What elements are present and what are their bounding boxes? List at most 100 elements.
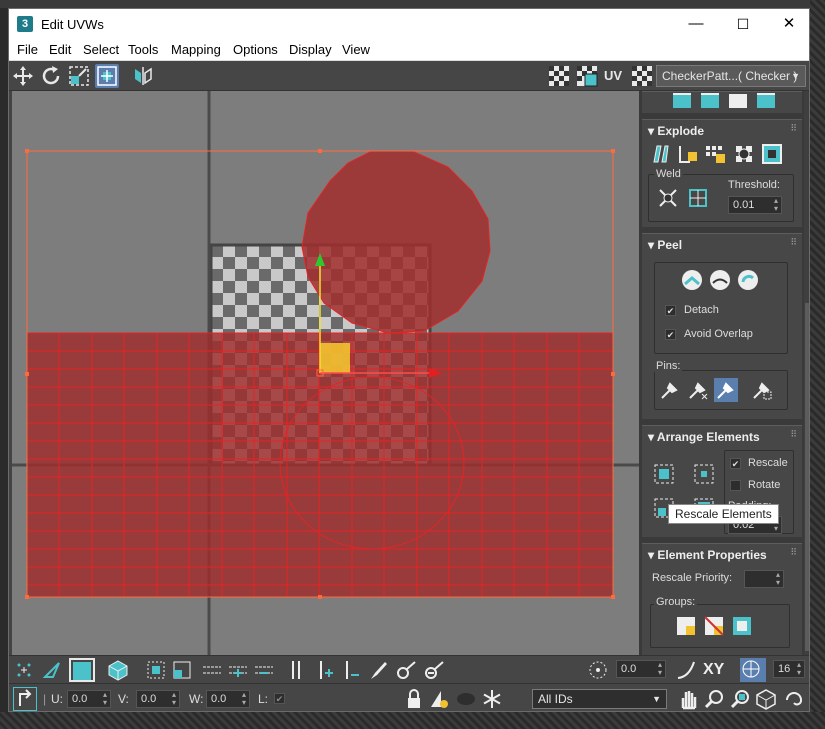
- uv-editor-viewport[interactable]: [12, 91, 639, 655]
- uv-axis-label[interactable]: UV: [604, 68, 622, 83]
- spinner-arrows-icon[interactable]: ▴▾: [776, 571, 780, 587]
- edge-mode-icon[interactable]: [41, 659, 63, 684]
- spinner-arrows-icon[interactable]: ▴▾: [103, 691, 107, 707]
- spinner-arrows-icon[interactable]: ▴▾: [658, 661, 662, 677]
- polygon-mode-icon[interactable]: [69, 658, 95, 682]
- flatten-by-polygon-icon[interactable]: [704, 142, 728, 166]
- peel-title[interactable]: ▾ Peel: [648, 238, 682, 252]
- avoid-overlap-checkbox[interactable]: ✔: [665, 329, 676, 340]
- menu-select[interactable]: Select: [83, 42, 119, 57]
- reset-peel-icon[interactable]: [736, 268, 760, 292]
- menu-options[interactable]: Options: [233, 42, 278, 57]
- spinner-arrows-icon[interactable]: ▴▾: [172, 691, 176, 707]
- spinner-arrows-icon[interactable]: ▴▾: [774, 197, 778, 213]
- threshold-spinner[interactable]: 0.01 ▴ ▾: [728, 196, 782, 214]
- l-checkbox[interactable]: ✔: [274, 693, 285, 704]
- mirror-icon[interactable]: [131, 64, 155, 88]
- auto-pin-icon[interactable]: [714, 378, 738, 402]
- freeze-icon[interactable]: [455, 688, 477, 711]
- menu-edit[interactable]: Edit: [49, 42, 71, 57]
- loop-shrink-icon[interactable]: [253, 659, 275, 684]
- arrange-elements-title[interactable]: ▾ Arrange Elements: [648, 430, 760, 444]
- pin-icon[interactable]: [658, 378, 682, 402]
- flatten-by-smoothing-icon[interactable]: [732, 142, 756, 166]
- paint-select-icon[interactable]: [367, 659, 389, 684]
- spinner-arrows-icon[interactable]: ▴▾: [242, 691, 246, 707]
- relax-icon[interactable]: [754, 91, 778, 112]
- group-selected-icon[interactable]: [674, 614, 698, 638]
- v-field[interactable]: 0.0 ▴ ▾: [136, 690, 180, 708]
- falloff-type-icon[interactable]: [675, 659, 697, 684]
- snowflake-icon[interactable]: [481, 688, 503, 711]
- lock-icon[interactable]: [403, 688, 425, 711]
- texture-dropdown[interactable]: CheckerPatt...( Checker ) ▼: [656, 65, 806, 87]
- freeform-mode-icon[interactable]: [95, 64, 119, 88]
- element-properties-title[interactable]: ▾ Element Properties: [648, 548, 767, 562]
- shrink-selection-icon[interactable]: [171, 659, 193, 684]
- rescale-checkbox[interactable]: ✔: [730, 458, 741, 469]
- hide-icon[interactable]: [429, 688, 451, 711]
- menu-view[interactable]: View: [342, 42, 370, 57]
- zoom-region-icon[interactable]: [729, 688, 751, 711]
- weld-selected-icon[interactable]: [656, 186, 680, 210]
- spinner-arrows-icon[interactable]: ▴▾: [797, 661, 801, 677]
- grid-value-field[interactable]: 16 ▴ ▾: [773, 660, 805, 678]
- paint-shrink-icon[interactable]: [423, 659, 445, 684]
- explode-title[interactable]: ▾ Explode: [648, 124, 704, 138]
- rotate-checkbox[interactable]: [730, 480, 741, 491]
- paint-grow-icon[interactable]: [395, 659, 417, 684]
- quick-peel-icon[interactable]: [670, 91, 694, 112]
- target-weld-icon[interactable]: [686, 186, 710, 210]
- select-group-icon[interactable]: [730, 614, 754, 638]
- grow-selection-icon[interactable]: [145, 659, 167, 684]
- pack-normalize-icon[interactable]: [692, 462, 716, 486]
- show-map-icon[interactable]: [575, 64, 599, 88]
- side-panel-scrollbar[interactable]: [804, 91, 809, 655]
- loop-grow-icon[interactable]: [227, 659, 249, 684]
- select-pins-icon[interactable]: [750, 378, 774, 402]
- element-mode-icon[interactable]: [107, 659, 129, 684]
- maximize-button[interactable]: ☐: [720, 9, 766, 39]
- soft-selection-icon[interactable]: [587, 659, 609, 684]
- ring-selection-icon[interactable]: [285, 659, 307, 684]
- texture-checker-icon[interactable]: [630, 64, 654, 88]
- w-field[interactable]: 0.0 ▴ ▾: [206, 690, 250, 708]
- pack-custom-icon[interactable]: [652, 462, 676, 486]
- menu-mapping[interactable]: Mapping: [171, 42, 221, 57]
- peel-mode-icon[interactable]: [708, 268, 732, 292]
- flatten-icon[interactable]: [698, 91, 722, 112]
- move-icon[interactable]: [11, 64, 35, 88]
- vertex-mode-icon[interactable]: [13, 659, 35, 684]
- pan-hand-icon[interactable]: [677, 688, 699, 711]
- xy-axis-label[interactable]: XY: [703, 661, 724, 679]
- menu-file[interactable]: File: [17, 42, 38, 57]
- u-field[interactable]: 0.0 ▴ ▾: [67, 690, 111, 708]
- detach-checkbox[interactable]: ✔: [665, 305, 676, 316]
- break-icon[interactable]: [648, 142, 672, 166]
- material-ids-dropdown[interactable]: All IDs ▼: [532, 689, 667, 709]
- close-button[interactable]: ✕: [766, 9, 809, 39]
- ungroup-selected-icon[interactable]: [702, 614, 726, 638]
- rotate-icon[interactable]: [39, 64, 63, 88]
- flatten-by-material-icon[interactable]: [760, 142, 784, 166]
- grid-snap-icon[interactable]: [740, 658, 766, 682]
- ring-shrink-icon[interactable]: [341, 659, 363, 684]
- checker-display-icon[interactable]: [547, 64, 571, 88]
- pan-orbit-icon[interactable]: [783, 688, 805, 711]
- absolute-offset-icon[interactable]: [13, 687, 37, 711]
- rescale-priority-spinner[interactable]: ▴ ▾: [744, 570, 784, 588]
- ring-grow-icon[interactable]: [315, 659, 337, 684]
- menu-display[interactable]: Display: [289, 42, 332, 57]
- scrollbar-thumb[interactable]: [805, 303, 809, 651]
- stitch-icon[interactable]: [726, 91, 750, 112]
- minimize-button[interactable]: —: [673, 9, 719, 39]
- scale-icon[interactable]: [67, 64, 91, 88]
- zoom-extents-icon[interactable]: [755, 688, 777, 711]
- zoom-icon[interactable]: [703, 688, 725, 711]
- loop-selection-icon[interactable]: [201, 659, 223, 684]
- quick-peel-icon[interactable]: [680, 268, 704, 292]
- falloff-field[interactable]: 0.0 ▴ ▾: [616, 660, 666, 678]
- unpin-icon[interactable]: [686, 378, 710, 402]
- menu-tools[interactable]: Tools: [128, 42, 158, 57]
- detach-edge-verts-icon[interactable]: [676, 142, 700, 166]
